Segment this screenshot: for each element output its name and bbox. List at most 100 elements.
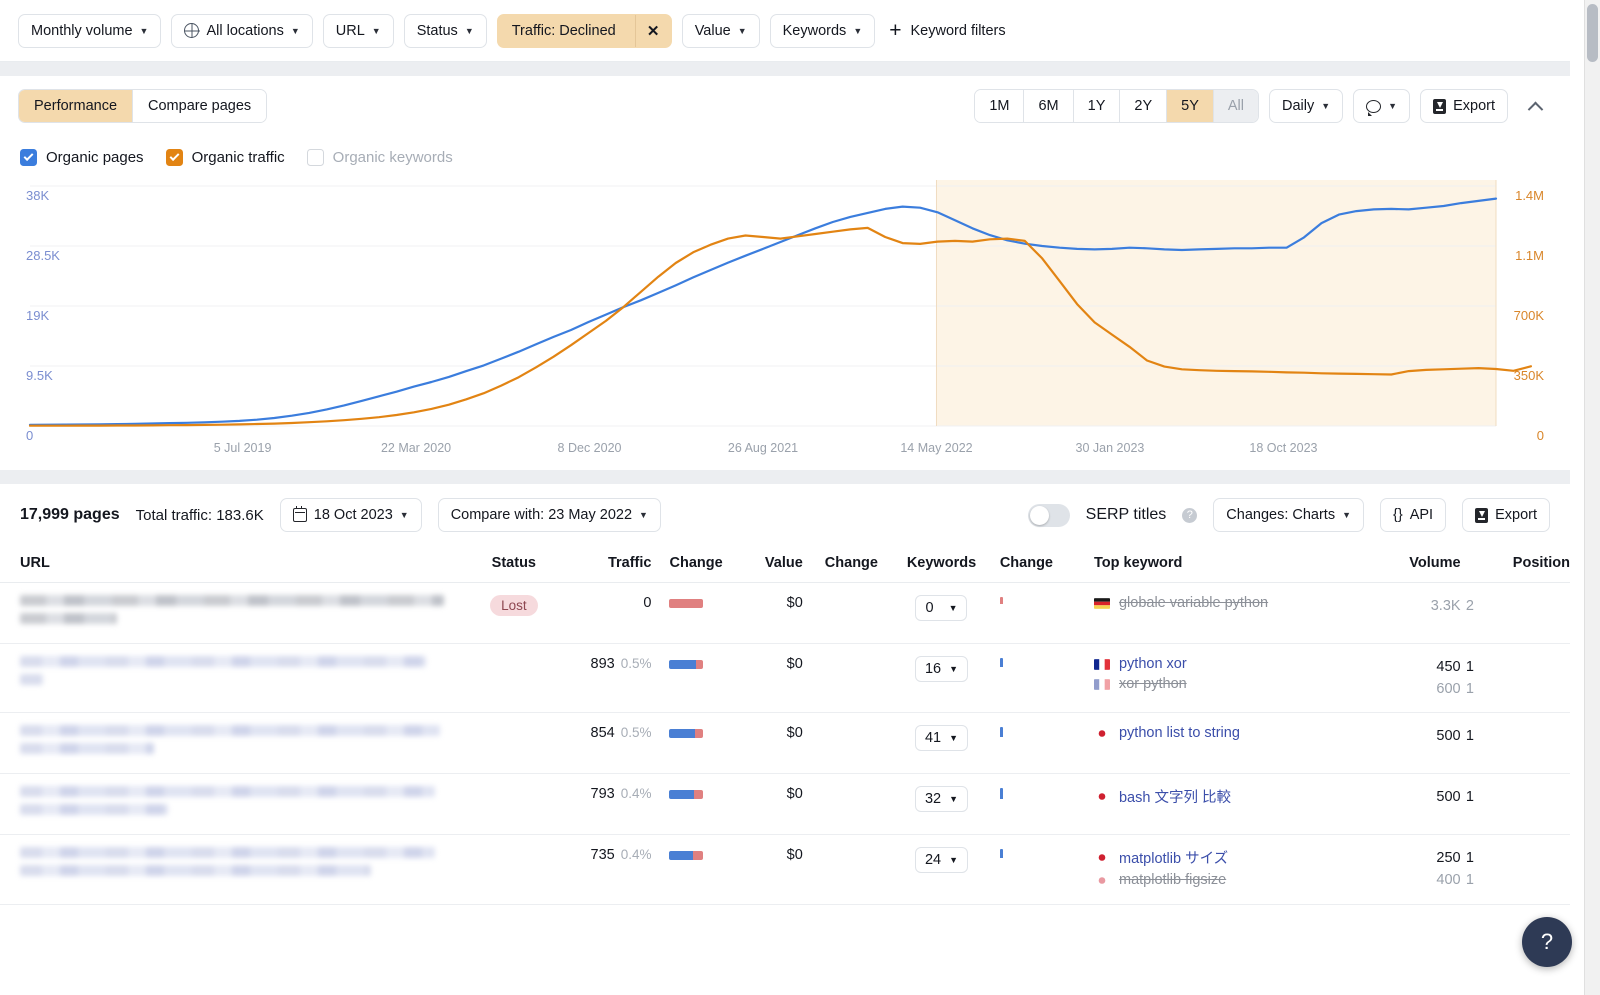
- filter-status[interactable]: Status ▼: [404, 14, 487, 48]
- filter-traffic-declined[interactable]: Traffic: Declined ✕: [497, 14, 672, 48]
- chevron-down-icon: ▼: [372, 27, 381, 36]
- col-keywords[interactable]: Keywords: [893, 546, 990, 583]
- cell-top-keyword[interactable]: python xor xor python: [1076, 644, 1381, 713]
- cell-url[interactable]: [0, 835, 481, 905]
- cell-keywords[interactable]: 32▼: [893, 774, 990, 835]
- legend-organic-traffic[interactable]: Organic traffic: [166, 149, 285, 166]
- keyword-link[interactable]: matplotlib サイズ: [1119, 847, 1228, 868]
- keywords-count: 24: [925, 852, 941, 868]
- keyword-link[interactable]: bash 文字列 比較: [1119, 786, 1231, 807]
- table-row[interactable]: 8930.5%$016▼python xorxor python45060011: [0, 644, 1570, 713]
- cell-top-keyword[interactable]: python list to string: [1076, 713, 1381, 774]
- cell-url[interactable]: [0, 583, 481, 644]
- keyword-link[interactable]: xor python: [1119, 676, 1187, 692]
- pages-table: URL Status Traffic Change Value Change K…: [0, 546, 1570, 905]
- cell-url[interactable]: [0, 644, 481, 713]
- serp-titles-toggle[interactable]: [1028, 504, 1070, 527]
- keywords-count: 32: [925, 791, 941, 807]
- keyword-link[interactable]: matplotlib figsize: [1119, 872, 1226, 888]
- traffic-change-bar: [669, 851, 703, 860]
- filter-keywords[interactable]: Keywords ▼: [770, 14, 876, 48]
- compare-with-picker[interactable]: Compare with: 23 May 2022 ▼: [438, 498, 661, 532]
- position-value: 1: [1461, 786, 1570, 808]
- annotations-button[interactable]: ▼: [1353, 89, 1410, 123]
- table-row[interactable]: 8540.5%$041▼python list to string5001: [0, 713, 1570, 774]
- keyword-link[interactable]: python list to string: [1119, 725, 1240, 741]
- scrollbar-thumb[interactable]: [1587, 4, 1598, 62]
- col-url[interactable]: URL: [0, 546, 481, 583]
- date-picker[interactable]: 18 Oct 2023 ▼: [280, 498, 422, 532]
- filter-value[interactable]: Value ▼: [682, 14, 760, 48]
- filter-url[interactable]: URL ▼: [323, 14, 394, 48]
- table-row[interactable]: 7930.4%$032▼bash 文字列 比較5001: [0, 774, 1570, 835]
- range-6m[interactable]: 6M: [1024, 90, 1073, 122]
- add-keyword-filters-button[interactable]: + Keyword filters: [889, 20, 1005, 41]
- cell-top-keyword[interactable]: matplotlib サイズ matplotlib figsize: [1076, 835, 1381, 905]
- top-keyword-entry[interactable]: matplotlib サイズ: [1094, 847, 1381, 868]
- filter-all-locations[interactable]: All locations ▼: [171, 14, 312, 48]
- help-tooltip-icon[interactable]: ?: [1182, 508, 1197, 523]
- top-keyword-entry[interactable]: xor python: [1094, 676, 1381, 692]
- api-button[interactable]: {} API: [1380, 498, 1446, 532]
- flag-france-icon: [1094, 679, 1110, 690]
- cell-top-keyword[interactable]: bash 文字列 比較: [1076, 774, 1381, 835]
- tab-performance[interactable]: Performance: [19, 90, 133, 122]
- collapse-chart-button[interactable]: [1518, 89, 1552, 123]
- top-keyword-entry[interactable]: matplotlib figsize: [1094, 872, 1381, 888]
- cell-url[interactable]: [0, 713, 481, 774]
- close-icon[interactable]: ✕: [635, 15, 671, 47]
- keywords-dropdown[interactable]: 16▼: [915, 656, 968, 682]
- legend-organic-keywords[interactable]: Organic keywords: [307, 149, 453, 166]
- col-traffic[interactable]: Traffic: [546, 546, 651, 583]
- flag-germany-icon: [1094, 598, 1110, 609]
- col-value[interactable]: Value: [740, 546, 803, 583]
- cell-keywords[interactable]: 41▼: [893, 713, 990, 774]
- redacted-url-line: [20, 786, 435, 797]
- table-row[interactable]: Lost0$00▼globale variable python3.3K2: [0, 583, 1570, 644]
- col-position[interactable]: Position: [1461, 546, 1570, 583]
- col-top-keyword[interactable]: Top keyword: [1076, 546, 1381, 583]
- col-keywords-change[interactable]: Change: [990, 546, 1076, 583]
- range-5y[interactable]: 5Y: [1167, 90, 1214, 122]
- col-volume[interactable]: Volume: [1381, 546, 1461, 583]
- cell-traffic: 8930.5%: [546, 644, 651, 713]
- col-traffic-change[interactable]: Change: [651, 546, 739, 583]
- help-fab-button[interactable]: ?: [1522, 917, 1572, 967]
- table-row[interactable]: 7350.4%$024▼matplotlib サイズmatplotlib fig…: [0, 835, 1570, 905]
- range-1y[interactable]: 1Y: [1074, 90, 1121, 122]
- top-keyword-entry[interactable]: python xor: [1094, 656, 1381, 672]
- range-all[interactable]: All: [1214, 90, 1258, 122]
- top-keyword-entry[interactable]: bash 文字列 比較: [1094, 786, 1381, 807]
- col-status[interactable]: Status: [481, 546, 546, 583]
- keywords-dropdown[interactable]: 41▼: [915, 725, 968, 751]
- cell-keywords[interactable]: 16▼: [893, 644, 990, 713]
- chart-export-button[interactable]: Export: [1420, 89, 1508, 123]
- range-2y[interactable]: 2Y: [1120, 90, 1167, 122]
- changes-select[interactable]: Changes: Charts ▼: [1213, 498, 1364, 532]
- tab-compare-pages[interactable]: Compare pages: [133, 90, 266, 122]
- col-value-change[interactable]: Change: [803, 546, 893, 583]
- filter-monthly-volume[interactable]: Monthly volume ▼: [18, 14, 161, 48]
- keywords-dropdown[interactable]: 32▼: [915, 786, 968, 812]
- keyword-link[interactable]: globale variable python: [1119, 595, 1268, 611]
- chevron-down-icon: ▼: [291, 27, 300, 36]
- top-keyword-entry[interactable]: globale variable python: [1094, 595, 1381, 611]
- cell-top-keyword[interactable]: globale variable python: [1076, 583, 1381, 644]
- keywords-dropdown[interactable]: 24▼: [915, 847, 968, 873]
- top-keyword-entry[interactable]: python list to string: [1094, 725, 1381, 741]
- table-export-button[interactable]: Export: [1462, 498, 1550, 532]
- keyword-link[interactable]: python xor: [1119, 656, 1187, 672]
- granularity-select[interactable]: Daily ▼: [1269, 89, 1343, 123]
- traffic-percent: 0.4%: [621, 847, 652, 862]
- redacted-url-line: [20, 804, 168, 815]
- cell-value-change: [803, 774, 893, 835]
- cell-keywords[interactable]: 24▼: [893, 835, 990, 905]
- keywords-dropdown[interactable]: 0▼: [915, 595, 967, 621]
- cell-traffic-change: [651, 835, 739, 905]
- cell-keywords[interactable]: 0▼: [893, 583, 990, 644]
- cell-url[interactable]: [0, 774, 481, 835]
- range-1m[interactable]: 1M: [975, 90, 1024, 122]
- legend-organic-pages[interactable]: Organic pages: [20, 149, 144, 166]
- traffic-change-bar: [669, 790, 703, 799]
- page-scrollbar[interactable]: [1584, 0, 1600, 995]
